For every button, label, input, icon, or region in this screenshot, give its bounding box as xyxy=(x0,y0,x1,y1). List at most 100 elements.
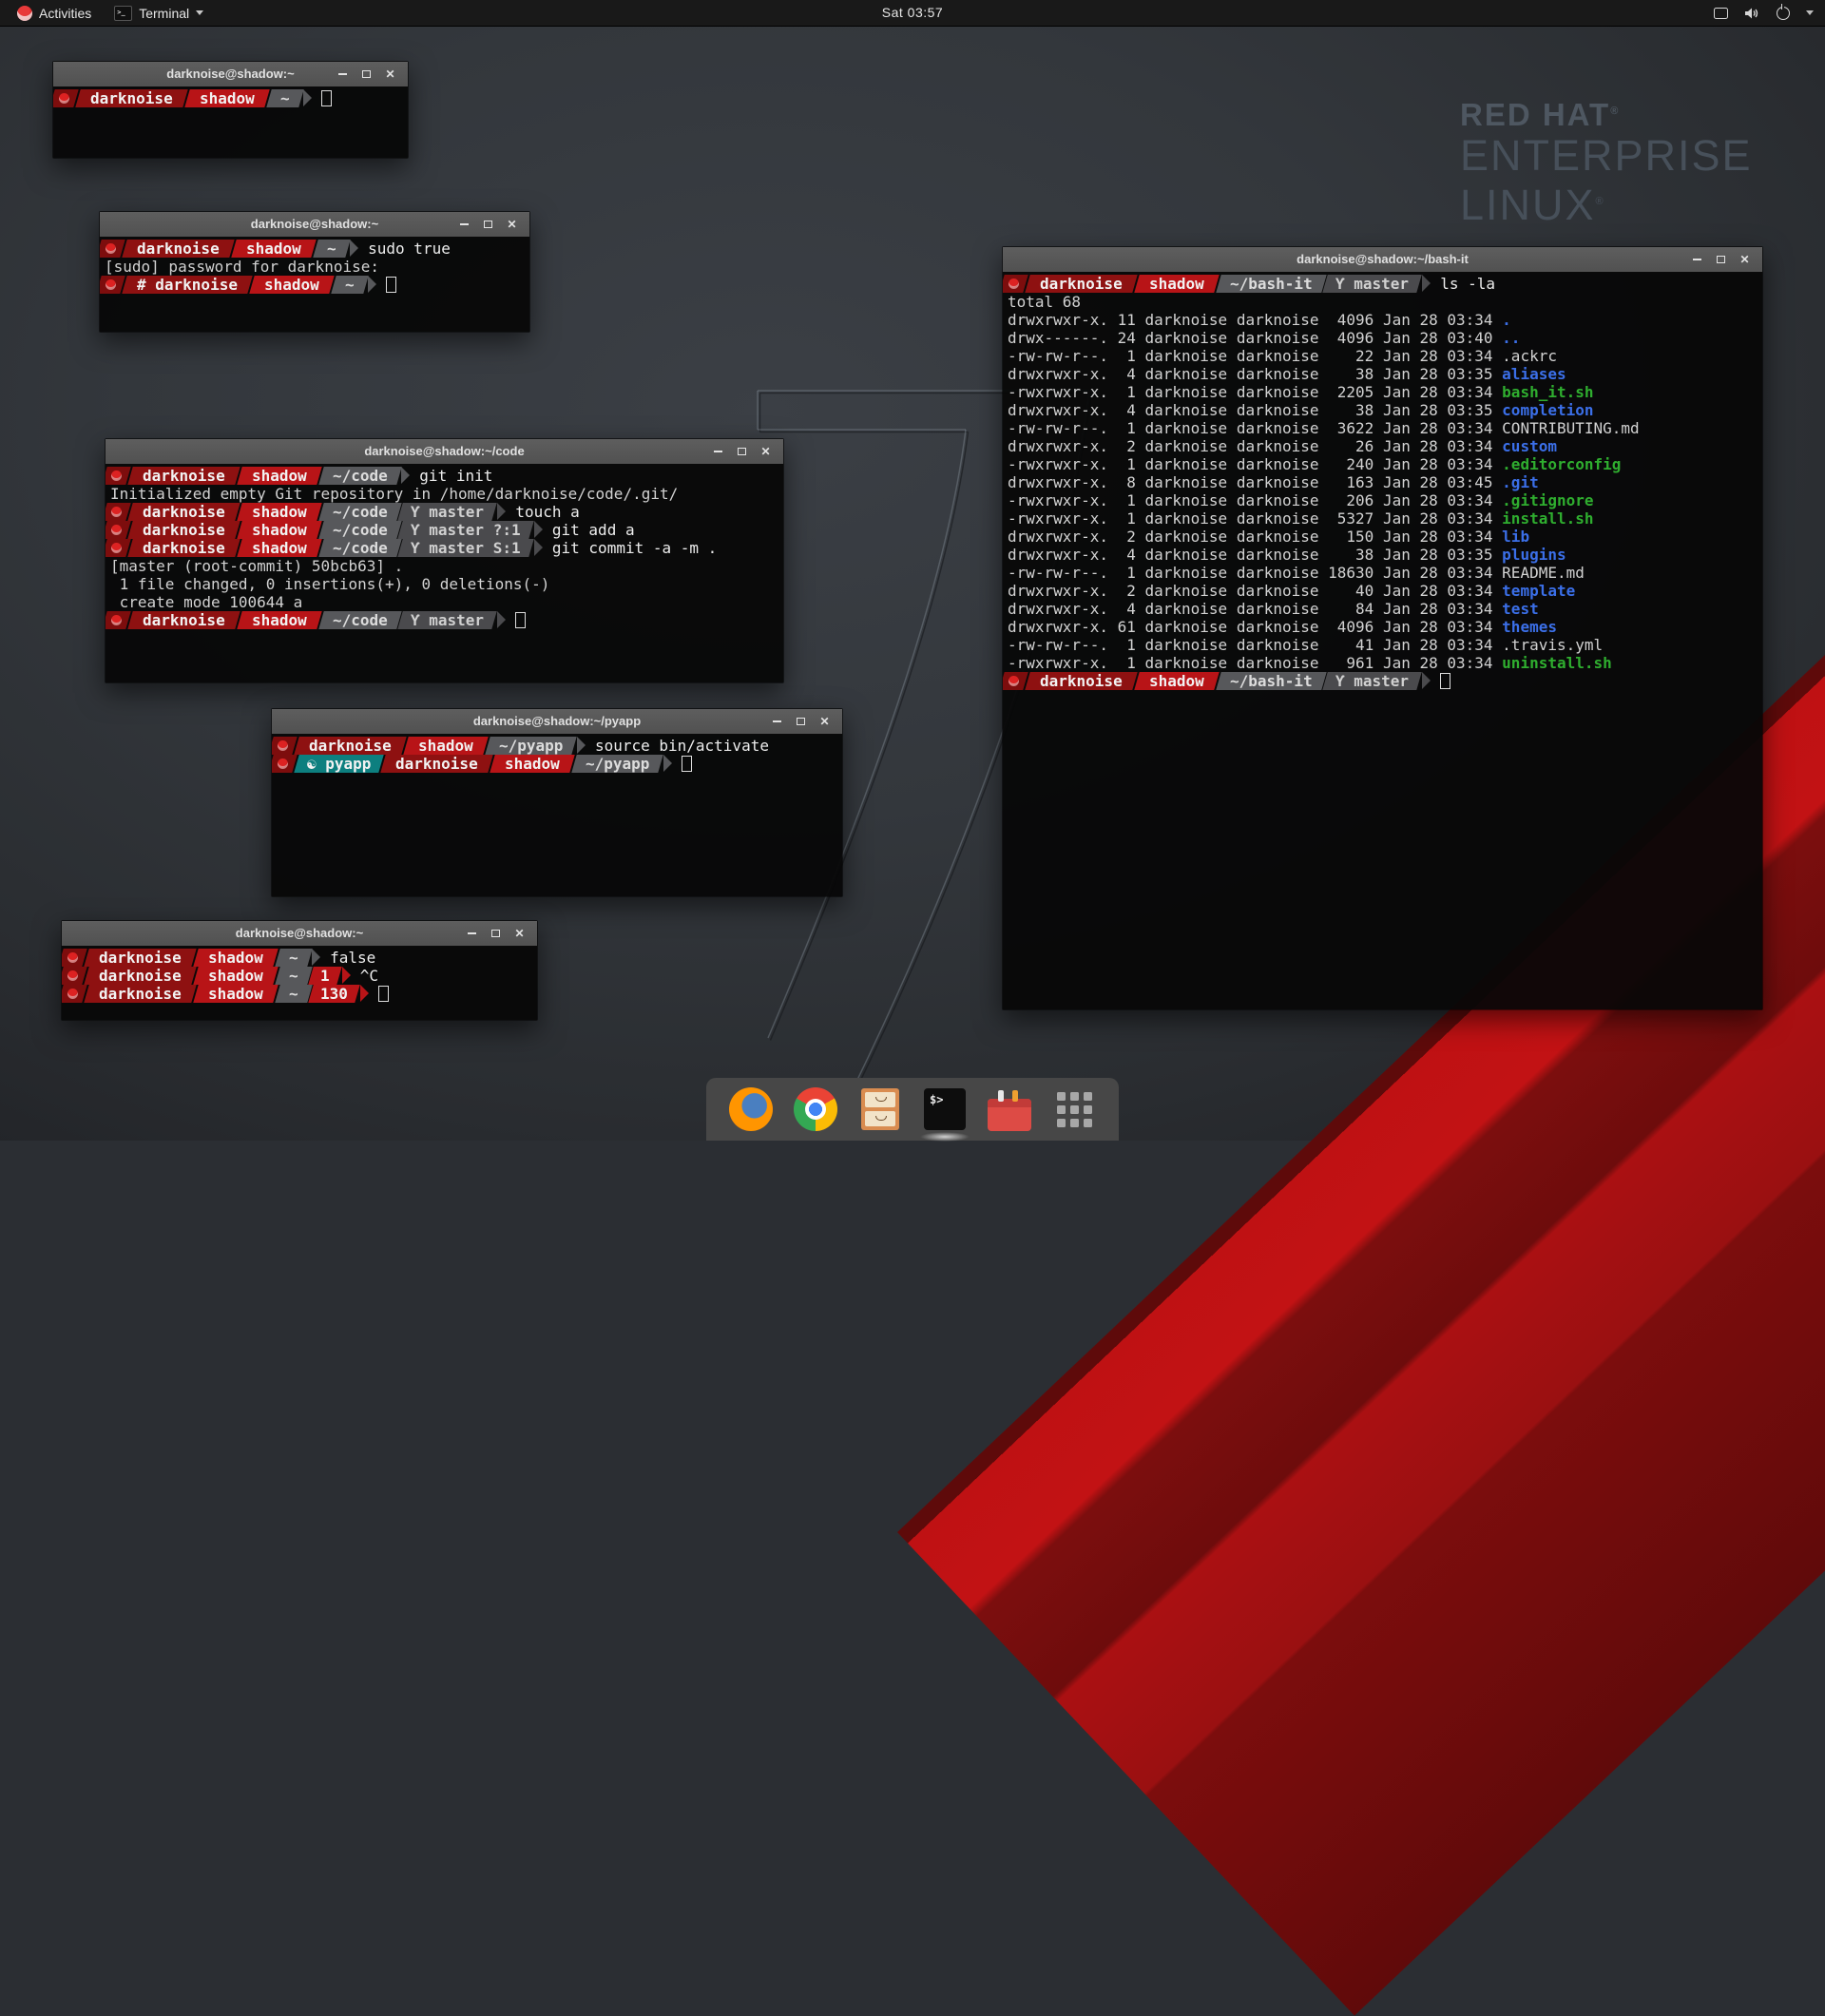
file-name: template xyxy=(1502,582,1575,600)
terminal-screen[interactable]: darknoiseshadow~/pyappsource bin/activat… xyxy=(272,734,842,896)
file-name: aliases xyxy=(1502,365,1566,383)
terminal-window-t5[interactable]: darknoise@shadow:~ ✕darknoiseshadow~false… xyxy=(61,920,538,1021)
terminal-window-t2[interactable]: darknoise@shadow:~✕darknoiseshadow~sudo … xyxy=(99,211,530,333)
close-button[interactable]: ✕ xyxy=(508,921,531,946)
path-segment: ~/bash-it xyxy=(1216,275,1326,293)
user-label: darknoise xyxy=(99,949,182,967)
venv-segment: ☯ pyapp xyxy=(294,755,384,773)
titlebar[interactable]: darknoise@shadow:~✕ xyxy=(53,62,408,87)
titlebar[interactable]: darknoise@shadow:~/pyapp ✕ xyxy=(272,709,842,735)
window-title: darknoise@shadow:~/bash-it xyxy=(1297,252,1469,266)
file-meta: drwxrwxr-x. 4 darknoise darknoise 84 Jan… xyxy=(1008,600,1502,618)
system-status-area[interactable] xyxy=(1714,0,1814,26)
prompt-arrow-icon xyxy=(342,967,351,984)
window-title: darknoise@shadow:~/pyapp xyxy=(473,714,641,728)
hat-segment xyxy=(1003,275,1028,293)
redhat-icon xyxy=(1009,278,1019,289)
terminal-screen[interactable]: darknoiseshadow~falsedarknoiseshadow~1^C… xyxy=(62,946,537,1020)
terminal-window-t6[interactable]: darknoise@shadow:~/bash-it ✕darknoiseshad… xyxy=(1002,246,1763,1010)
titlebar[interactable]: darknoise@shadow:~ ✕ xyxy=(62,921,537,947)
git-label: Ƴ master S:1 xyxy=(411,539,521,557)
app-menu-terminal[interactable]: >_ Terminal xyxy=(106,0,211,26)
user-segment: darknoise xyxy=(84,967,196,985)
maximize-button[interactable] xyxy=(1709,247,1733,272)
output-line: create mode 100644 a xyxy=(108,593,783,611)
titlebar[interactable]: darknoise@shadow:~✕ xyxy=(100,212,529,238)
activities-button[interactable]: Activities xyxy=(10,0,99,26)
window-title: darknoise@shadow:~ xyxy=(236,926,363,940)
exit-label: 1 xyxy=(320,967,330,985)
chevron-down-icon[interactable] xyxy=(1806,10,1814,15)
terminal-icon[interactable]: $> xyxy=(923,1087,967,1131)
file-name: .editorconfig xyxy=(1502,455,1621,473)
terminal-window-t4[interactable]: darknoise@shadow:~/pyapp ✕ darknoiseshadow… xyxy=(271,708,843,897)
app-grid-icon[interactable] xyxy=(1052,1087,1096,1131)
redhat-icon xyxy=(1009,676,1019,686)
minimize-button[interactable] xyxy=(765,709,789,734)
terminal-window-t1[interactable]: darknoise@shadow:~✕darknoiseshadow~ xyxy=(52,61,409,159)
exit-segment: 1 xyxy=(308,967,341,985)
close-button[interactable]: ✕ xyxy=(378,62,402,86)
file-list-row: drwxrwxr-x. 4 darknoise darknoise 38 Jan… xyxy=(1006,546,1762,564)
path-segment: ~/code xyxy=(318,521,401,539)
clock[interactable]: Sat 03:57 xyxy=(882,0,943,26)
path-segment: ~/code xyxy=(318,539,401,557)
close-button[interactable]: ✕ xyxy=(754,439,778,464)
file-list-row: -rw-rw-r--. 1 darknoise darknoise 22 Jan… xyxy=(1006,347,1762,365)
path-label: ~ xyxy=(345,276,355,294)
titlebar[interactable]: darknoise@shadow:~/code✕ xyxy=(106,439,783,465)
file-meta: drwxrwxr-x. 2 darknoise darknoise 26 Jan… xyxy=(1008,437,1502,455)
toolbox-icon[interactable] xyxy=(988,1087,1031,1131)
files-icon[interactable] xyxy=(858,1087,902,1131)
maximize-button[interactable] xyxy=(355,62,378,86)
titlebar[interactable]: darknoise@shadow:~/bash-it ✕ xyxy=(1003,247,1762,273)
app-menu-label: Terminal xyxy=(139,6,189,21)
git-segment: Ƴ master ?:1 xyxy=(398,521,534,539)
firefox-icon[interactable] xyxy=(729,1087,773,1131)
terminal-screen[interactable]: darknoiseshadow~ xyxy=(53,86,408,158)
output-line: Initialized empty Git repository in /hom… xyxy=(108,485,783,503)
minimize-button[interactable] xyxy=(452,212,476,237)
minimize-button[interactable] xyxy=(1685,247,1709,272)
command-text: touch a xyxy=(515,503,579,521)
host-segment: shadow xyxy=(237,503,321,521)
prompt-arrow-icon xyxy=(497,503,506,520)
power-icon[interactable] xyxy=(1777,7,1790,20)
maximize-button[interactable] xyxy=(730,439,754,464)
prompt-arrow-icon xyxy=(1422,672,1431,689)
close-button[interactable]: ✕ xyxy=(500,212,524,237)
file-meta: drwxrwxr-x. 4 darknoise darknoise 38 Jan… xyxy=(1008,365,1502,383)
redhat-icon xyxy=(111,543,122,553)
host-label: shadow xyxy=(252,467,307,485)
prompt-line: # darknoiseshadow~ xyxy=(103,276,529,294)
file-meta: drwxrwxr-x. 2 darknoise darknoise 40 Jan… xyxy=(1008,582,1502,600)
maximize-button[interactable] xyxy=(789,709,813,734)
terminal-screen[interactable]: darknoiseshadow~sudo true[sudo] password… xyxy=(100,237,529,332)
minimize-button[interactable] xyxy=(331,62,355,86)
terminal-screen[interactable]: darknoiseshadow~/bash-itƳ masterls -lato… xyxy=(1003,272,1762,1009)
terminal-screen[interactable]: darknoiseshadow~/codegit initInitialized… xyxy=(106,464,783,682)
hat-segment xyxy=(106,521,131,539)
registered-mark: ® xyxy=(1610,106,1620,117)
grid-shape xyxy=(1057,1092,1092,1127)
minimize-button[interactable] xyxy=(706,439,730,464)
prompt-line: darknoiseshadow~/pyappsource bin/activat… xyxy=(275,737,842,755)
chrome-icon[interactable] xyxy=(794,1087,837,1131)
prompt-line: darknoiseshadow~/codeƳ master ?:1git add… xyxy=(108,521,783,539)
dock: $> xyxy=(706,1078,1119,1141)
hat-segment xyxy=(272,737,298,755)
path-label: ~/code xyxy=(333,503,388,521)
maximize-button[interactable] xyxy=(476,212,500,237)
volume-icon[interactable] xyxy=(1744,7,1760,20)
minimize-button[interactable] xyxy=(460,921,484,946)
screen-icon[interactable] xyxy=(1714,8,1728,19)
maximize-button[interactable] xyxy=(484,921,508,946)
close-button[interactable]: ✕ xyxy=(1733,247,1757,272)
path-label: ~ xyxy=(289,967,298,985)
rhel-branding: RED HAT® ENTERPRISE LINUX® xyxy=(1460,97,1753,228)
close-button[interactable]: ✕ xyxy=(813,709,836,734)
git-segment: Ƴ master S:1 xyxy=(398,539,534,557)
terminal-window-t3[interactable]: darknoise@shadow:~/code✕darknoiseshadow~… xyxy=(105,438,784,683)
file-name: .ackrc xyxy=(1502,347,1557,365)
file-name: install.sh xyxy=(1502,509,1593,528)
